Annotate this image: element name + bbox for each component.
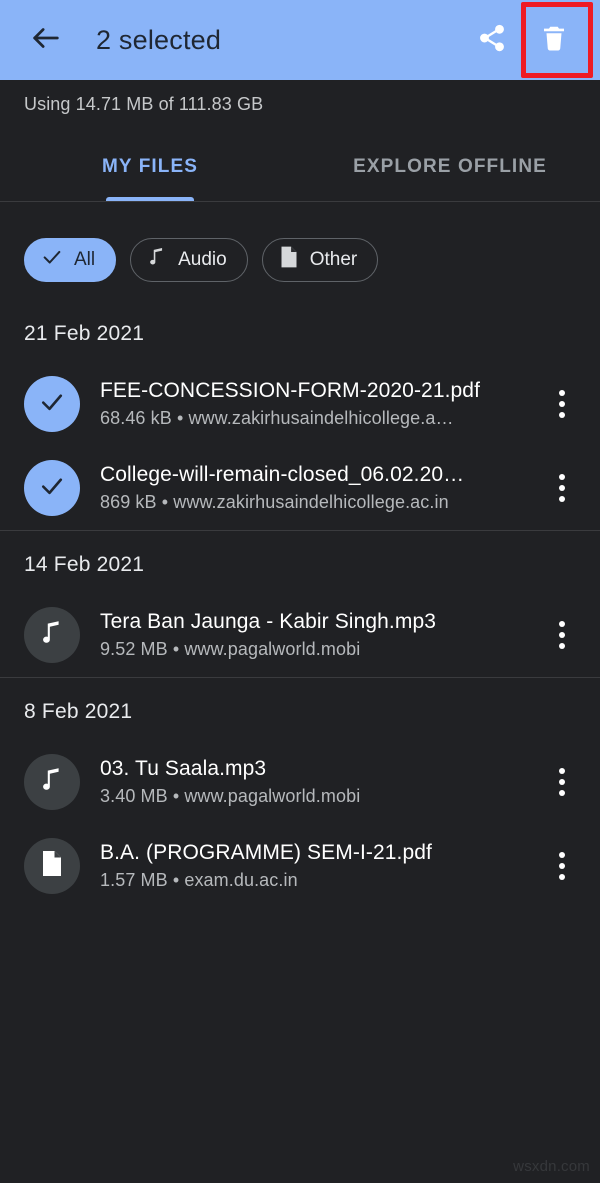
filter-chip-audio-label: Audio — [178, 249, 227, 270]
music-note-icon — [147, 246, 167, 274]
tab-bar: MY FILES EXPLORE OFFLINE — [0, 140, 600, 202]
section-date-header: 14 Feb 2021 — [24, 553, 145, 576]
file-type-avatar[interactable] — [24, 754, 80, 810]
selection-check-avatar[interactable] — [24, 376, 80, 432]
filter-chip-all-label: All — [74, 249, 96, 270]
file-list-item[interactable]: 03. Tu Saala.mp3 3.40 MB • www.pagalworl… — [0, 740, 600, 824]
tab-explore-offline-label: EXPLORE OFFLINE — [353, 156, 547, 177]
filter-chip-other[interactable]: Other — [261, 238, 379, 282]
tab-my-files[interactable]: MY FILES — [0, 140, 300, 202]
file-name: 03. Tu Saala.mp3 — [100, 757, 267, 780]
filter-chip-group: All Audio Other — [24, 238, 379, 282]
filter-chip-all[interactable]: All — [24, 238, 117, 282]
filter-chip-other-label: Other — [309, 249, 358, 270]
music-note-icon — [39, 619, 65, 652]
check-icon — [41, 246, 63, 274]
back-button[interactable] — [14, 8, 78, 72]
file-list-item[interactable]: B.A. (PROGRAMME) SEM-I-21.pdf 1.57 MB • … — [0, 824, 600, 908]
file-name: Tera Ban Jaunga - Kabir Singh.mp3 — [100, 610, 436, 633]
filter-chip-audio[interactable]: Audio — [130, 238, 248, 282]
selection-count-title: 2 selected — [96, 24, 222, 55]
document-icon — [279, 245, 299, 275]
file-item-text: Tera Ban Jaunga - Kabir Singh.mp3 9.52 M… — [100, 610, 540, 660]
tab-explore-offline[interactable]: EXPLORE OFFLINE — [300, 140, 600, 202]
file-name: FEE-CONCESSION-FORM-2020-21.pdf — [100, 379, 481, 402]
file-meta: 3.40 MB • www.pagalworld.mobi — [100, 786, 361, 806]
music-note-icon — [39, 766, 65, 799]
more-vertical-icon[interactable] — [540, 838, 584, 894]
file-item-text: B.A. (PROGRAMME) SEM-I-21.pdf 1.57 MB • … — [100, 841, 540, 891]
share-icon — [477, 23, 507, 58]
arrow-back-icon — [29, 21, 63, 60]
tab-bar-divider — [0, 201, 600, 202]
file-type-avatar[interactable] — [24, 607, 80, 663]
file-meta: 869 kB • www.zakirhusaindelhicollege.ac.… — [100, 492, 449, 512]
watermark-text: wsxdn.com — [513, 1158, 590, 1175]
file-meta: 1.57 MB • exam.du.ac.in — [100, 870, 298, 890]
file-list-item[interactable]: College-will-remain-closed_06.02.20… 869… — [0, 446, 600, 530]
delete-trash-icon — [539, 23, 569, 58]
app-root: 2 selected Using 14.71 MB of 111.83 GB M… — [0, 0, 600, 1183]
more-vertical-icon[interactable] — [540, 460, 584, 516]
file-name: B.A. (PROGRAMME) SEM-I-21.pdf — [100, 841, 432, 864]
section-date-header: 21 Feb 2021 — [24, 322, 145, 345]
file-meta: 68.46 kB • www.zakirhusaindelhicollege.a… — [100, 408, 454, 428]
share-button[interactable] — [464, 12, 520, 68]
more-vertical-icon[interactable] — [540, 754, 584, 810]
check-icon — [37, 471, 67, 506]
file-item-text: FEE-CONCESSION-FORM-2020-21.pdf 68.46 kB… — [100, 379, 540, 429]
selection-app-bar: 2 selected — [0, 0, 600, 80]
file-list-item[interactable]: FEE-CONCESSION-FORM-2020-21.pdf 68.46 kB… — [0, 362, 600, 446]
file-name: College-will-remain-closed_06.02.20… — [100, 463, 465, 486]
more-vertical-icon[interactable] — [540, 607, 584, 663]
file-item-text: 03. Tu Saala.mp3 3.40 MB • www.pagalworl… — [100, 757, 540, 807]
selection-check-avatar[interactable] — [24, 460, 80, 516]
file-list: 21 Feb 2021 FEE-CONCESSION-FORM-2020-21.… — [0, 300, 600, 908]
file-item-text: College-will-remain-closed_06.02.20… 869… — [100, 463, 540, 513]
file-meta: 9.52 MB • www.pagalworld.mobi — [100, 639, 361, 659]
section-date-header: 8 Feb 2021 — [24, 700, 133, 723]
storage-usage-text: Using 14.71 MB of 111.83 GB — [24, 94, 264, 114]
file-type-avatar[interactable] — [24, 838, 80, 894]
check-icon — [37, 387, 67, 422]
more-vertical-icon[interactable] — [540, 376, 584, 432]
delete-button[interactable] — [526, 12, 582, 68]
tab-my-files-label: MY FILES — [101, 156, 199, 177]
document-icon — [40, 849, 64, 883]
file-list-item[interactable]: Tera Ban Jaunga - Kabir Singh.mp3 9.52 M… — [0, 593, 600, 677]
